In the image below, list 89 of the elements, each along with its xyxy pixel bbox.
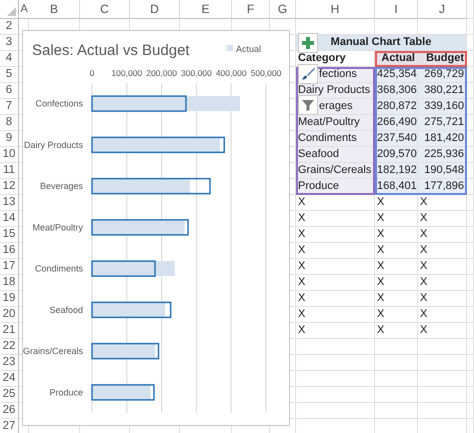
category-label: Produce — [49, 387, 83, 398]
axis-label: 300,000 — [181, 68, 212, 78]
column-header[interactable]: H — [296, 0, 375, 19]
column-header[interactable]: D — [130, 0, 180, 19]
row-header[interactable]: 26 — [0, 403, 19, 419]
table-cell: X — [418, 307, 467, 323]
row-header[interactable]: 25 — [0, 387, 19, 403]
category-label: Seafood — [49, 304, 83, 315]
category-label: Beverages — [40, 181, 83, 192]
table-cell: X — [296, 275, 375, 291]
budget-bar — [91, 384, 155, 401]
legend-item: Actual — [227, 44, 262, 54]
chart-elements-button[interactable] — [298, 33, 318, 53]
table-cell: X — [296, 243, 375, 259]
table-cell: X — [375, 291, 418, 307]
table-cell: X — [375, 275, 418, 291]
chart-styles-button[interactable] — [298, 64, 318, 84]
table-cell: X — [418, 243, 467, 259]
table-cell: X — [296, 307, 375, 323]
category-label: Confections — [35, 98, 83, 109]
row-header[interactable]: 27 — [0, 419, 19, 433]
row-header[interactable]: 23 — [0, 355, 19, 371]
table-cell: X — [418, 291, 467, 307]
table-cell: Condiments — [296, 131, 375, 147]
table-cell: X — [418, 227, 467, 243]
table-cell: 209,570 — [375, 147, 418, 163]
axis-label: 500,000 — [250, 68, 282, 78]
brush-icon — [301, 67, 315, 81]
table-cell: Seafood — [296, 147, 375, 163]
table-cell: 182,192 — [375, 163, 418, 179]
table-cell: 190,548 — [418, 163, 467, 179]
column-header[interactable]: F — [232, 0, 270, 19]
table-cell: X — [375, 323, 418, 339]
column-header[interactable]: A — [19, 0, 29, 19]
axis-label: 100,000 — [111, 68, 142, 78]
table-cell: 368,306 — [375, 83, 418, 99]
table-cell: X — [296, 195, 375, 211]
table-cell: X — [375, 195, 418, 211]
column-header[interactable]: B — [29, 0, 80, 19]
table-cell: X — [296, 259, 375, 275]
column-header[interactable]: J — [418, 0, 467, 19]
category-label: Condiments — [34, 264, 83, 274]
table-cell: 225,936 — [418, 147, 467, 163]
table-cell: X — [418, 195, 467, 211]
row-header[interactable]: 22 — [0, 339, 19, 355]
chart-filters-button[interactable] — [298, 95, 318, 115]
table-cell: 181,420 — [418, 131, 467, 147]
table-cell: X — [375, 259, 418, 275]
plus-icon — [301, 36, 315, 50]
chart-title: Sales: Actual vs Budget — [32, 42, 190, 59]
budget-bar — [91, 260, 156, 277]
table-cell: Grains/Cereals — [296, 163, 375, 179]
table-cell: 275,721 — [418, 115, 467, 131]
triangle-icon — [7, 7, 16, 16]
table-cell: X — [375, 211, 418, 227]
axis-label: 400,000 — [216, 68, 247, 78]
table-cell: X — [375, 227, 418, 243]
axis-label: 0 — [90, 68, 94, 78]
table-cell: 339,160 — [418, 99, 467, 115]
actual-bar — [92, 344, 156, 359]
row-header[interactable]: 20 — [0, 307, 19, 323]
table-cell: X — [296, 323, 375, 339]
column-header[interactable]: E — [180, 0, 232, 19]
table-cell: X — [418, 259, 467, 275]
legend-label: Actual — [236, 44, 262, 54]
row-header[interactable]: 24 — [0, 371, 19, 387]
budget-bar — [91, 342, 160, 360]
actual-bar — [92, 384, 150, 400]
axis-label: 200,000 — [146, 68, 177, 78]
table-cell: 280,872 — [375, 99, 418, 115]
table-cell: 237,540 — [375, 131, 418, 147]
row-header[interactable]: 21 — [0, 323, 19, 339]
category-label: Meat/Poultry — [32, 222, 83, 232]
table-cell: X — [296, 211, 375, 227]
table-cell: X — [375, 243, 418, 259]
table-cell: 266,490 — [375, 115, 418, 131]
column-header[interactable]: G — [270, 0, 296, 19]
table-cell: Meat/Poultry — [296, 115, 375, 131]
table-cell: X — [418, 323, 467, 339]
table-cell: X — [375, 307, 418, 323]
category-label: Grains/Cereals — [23, 346, 83, 356]
table-cell: X — [296, 291, 375, 307]
column-header[interactable]: I — [375, 0, 418, 19]
table-cell: X — [418, 275, 467, 291]
table-cell: X — [296, 227, 375, 243]
table-cell: 380,221 — [418, 83, 467, 99]
column-header[interactable]: C — [80, 0, 130, 19]
table-cell: X — [418, 211, 467, 227]
category-label: Dairy Products — [24, 140, 83, 150]
